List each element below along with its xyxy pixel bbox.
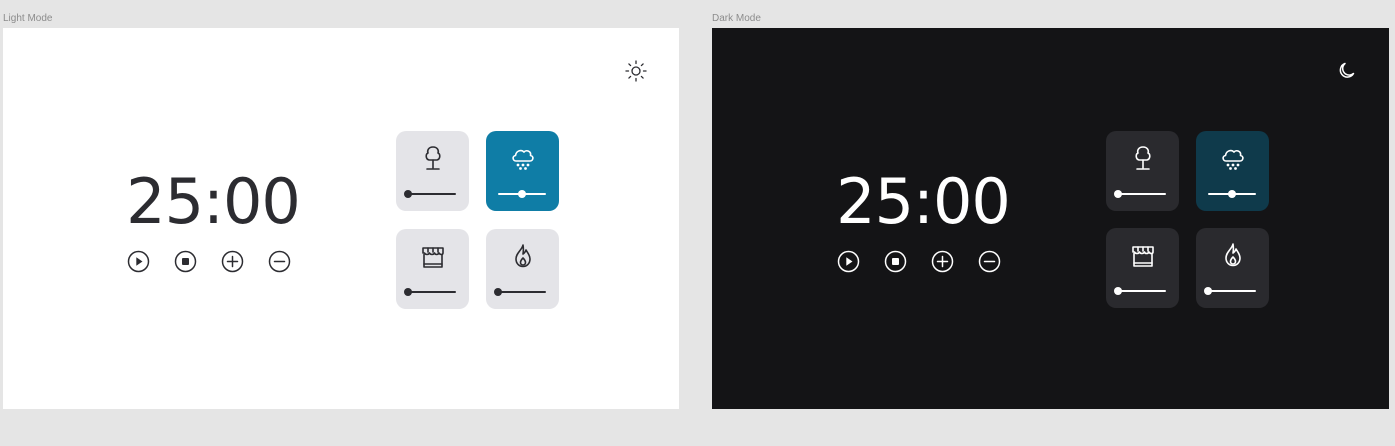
light-mode-frame: 25:00 [3, 28, 679, 409]
plus-icon[interactable] [221, 250, 244, 273]
rain-cloud-icon [486, 143, 559, 173]
play-icon[interactable] [837, 250, 860, 273]
timer-controls [837, 250, 1001, 273]
plus-icon[interactable] [931, 250, 954, 273]
sound-card-forest[interactable] [1106, 131, 1179, 211]
shop-icon [396, 241, 469, 271]
volume-knob[interactable] [1114, 190, 1122, 198]
shop-icon [1106, 240, 1179, 270]
volume-track[interactable] [498, 291, 546, 293]
volume-knob[interactable] [494, 288, 502, 296]
volume-knob[interactable] [1114, 287, 1122, 295]
volume-track[interactable] [408, 193, 456, 195]
volume-track[interactable] [1118, 290, 1166, 292]
sun-icon[interactable] [624, 59, 648, 83]
timer-display: 25:00 [836, 165, 1011, 238]
moon-icon[interactable] [1335, 59, 1359, 83]
volume-track[interactable] [1118, 193, 1166, 195]
sound-card-rain[interactable] [1196, 131, 1269, 211]
dark-mode-frame: 25:00 [712, 28, 1389, 409]
volume-knob[interactable] [404, 190, 412, 198]
sound-card-rain[interactable] [486, 131, 559, 211]
stop-icon[interactable] [174, 250, 197, 273]
volume-knob[interactable] [1228, 190, 1236, 198]
volume-track[interactable] [408, 291, 456, 293]
rain-cloud-icon [1196, 143, 1269, 173]
volume-knob[interactable] [1204, 287, 1212, 295]
sound-card-fire[interactable] [1196, 228, 1269, 308]
sound-card-fire[interactable] [486, 229, 559, 309]
timer-controls [127, 250, 291, 273]
tree-icon [396, 143, 469, 173]
sound-card-cafe[interactable] [396, 229, 469, 309]
timer-display: 25:00 [126, 165, 301, 238]
sound-card-forest[interactable] [396, 131, 469, 211]
minus-icon[interactable] [268, 250, 291, 273]
volume-knob[interactable] [404, 288, 412, 296]
stop-icon[interactable] [884, 250, 907, 273]
minus-icon[interactable] [978, 250, 1001, 273]
flame-icon [486, 241, 559, 271]
tree-icon [1106, 143, 1179, 173]
volume-track[interactable] [1208, 290, 1256, 292]
volume-knob[interactable] [518, 190, 526, 198]
sound-card-cafe[interactable] [1106, 228, 1179, 308]
light-mode-label: Light Mode [3, 13, 53, 24]
dark-mode-label: Dark Mode [712, 13, 761, 24]
flame-icon [1196, 240, 1269, 270]
play-icon[interactable] [127, 250, 150, 273]
